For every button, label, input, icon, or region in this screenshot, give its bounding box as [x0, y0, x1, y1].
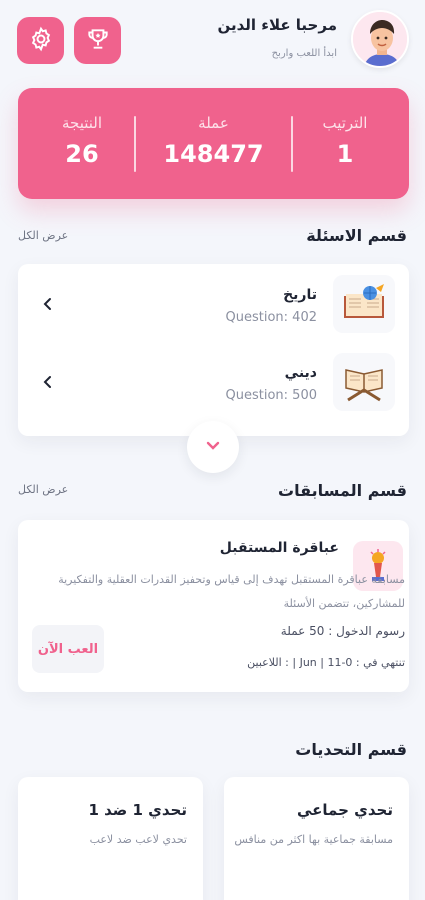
greeting-subtitle: ابدأ اللعب واربح: [271, 48, 337, 59]
coins-label: عملة: [198, 114, 229, 132]
questions-see-all-link[interactable]: عرض الكل: [18, 229, 68, 242]
rank-stat: الترتيب 1: [281, 88, 409, 199]
rank-value: 1: [336, 140, 354, 168]
question-category-religion[interactable]: ديني Question: 500: [18, 353, 409, 413]
coins-stat: عملة 148477: [146, 88, 281, 199]
competitions-see-all-link[interactable]: عرض الكل: [18, 483, 68, 496]
greeting-text: مرحبا علاء الدين: [217, 16, 337, 34]
stats-divider: [134, 116, 136, 172]
quran-icon: [333, 353, 395, 411]
expand-questions-button[interactable]: [187, 421, 239, 473]
history-book-icon: [333, 275, 395, 333]
competition-title: عباقرة المستقبل: [219, 540, 339, 556]
question-category-history[interactable]: تاريخ Question: 402: [18, 275, 409, 335]
rank-label: الترتيب: [322, 114, 368, 132]
challenge-title: تحدي 1 ضد 1: [88, 801, 187, 819]
stats-card: النتيجة 26 عملة 148477 الترتيب 1: [18, 88, 409, 199]
gear-icon: [28, 26, 54, 56]
competition-entry-fee: رسوم الدخول : 50 عملة: [280, 624, 405, 638]
trophy-button[interactable]: [74, 17, 121, 64]
question-category-count: Question: 500: [225, 388, 317, 403]
score-value: 26: [65, 140, 99, 168]
trophy-icon: [85, 26, 111, 56]
avatar[interactable]: [351, 10, 409, 68]
chevron-down-icon: [205, 437, 221, 457]
avatar-image: [353, 12, 407, 66]
challenge-description: تحدي لاعب ضد لاعب: [89, 833, 187, 846]
challenge-card-group[interactable]: تحدي جماعي مسابقة جماعية بها اكثر من منا…: [224, 777, 409, 900]
competition-description: مسابقة عباقرة المستقبل تهدف إلى قياس وتح…: [58, 573, 405, 610]
chevron-left-icon[interactable]: [34, 368, 62, 396]
challenge-description: مسابقة جماعية بها اكثر من منافس: [234, 833, 393, 846]
competitions-section-title: قسم المسابقات: [278, 481, 407, 500]
question-category-title: ديني: [284, 365, 317, 381]
coins-value: 148477: [163, 140, 264, 168]
play-now-button[interactable]: العب الآن: [32, 625, 104, 673]
settings-button[interactable]: [17, 17, 64, 64]
questions-card: تاريخ Question: 402 ديني Question: 500: [18, 264, 409, 436]
challenge-title: تحدي جماعي: [297, 801, 393, 819]
question-category-count: Question: 402: [225, 310, 317, 325]
question-category-title: تاريخ: [283, 287, 317, 303]
challenges-section-title: قسم التحديات: [295, 740, 407, 759]
score-stat: النتيجة 26: [18, 88, 146, 199]
score-label: النتيجة: [61, 114, 103, 132]
chevron-left-icon[interactable]: [34, 290, 62, 318]
challenge-card-1v1[interactable]: تحدي 1 ضد 1 تحدي لاعب ضد لاعب: [18, 777, 203, 900]
competition-end-info: تنتهي في : Jun | 11-0 | : اللاعبين: [247, 656, 405, 669]
questions-section-title: قسم الاسئلة: [306, 226, 407, 245]
